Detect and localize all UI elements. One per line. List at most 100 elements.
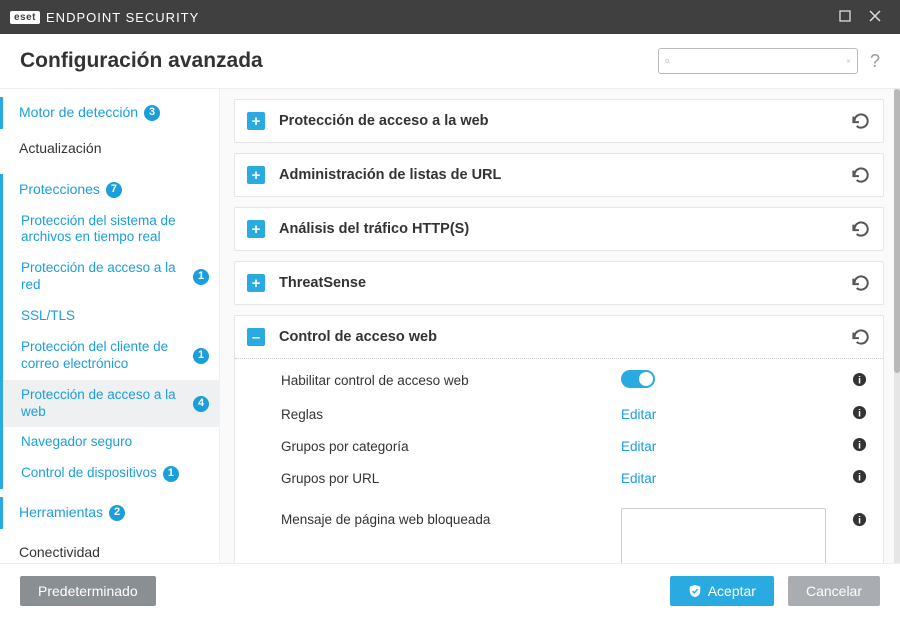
edit-category-groups-link[interactable]: Editar [621, 439, 656, 454]
clear-search-icon[interactable] [846, 53, 851, 69]
header: Configuración avanzada ? [0, 34, 900, 89]
panel-header[interactable]: + ThreatSense [235, 262, 883, 304]
sidebar-item-label: Protección del sistema de archivos en ti… [21, 213, 209, 247]
sidebar-item-label: Motor de detección [19, 104, 138, 122]
scrollbar-thumb[interactable] [894, 89, 900, 373]
svg-text:i: i [858, 440, 861, 451]
button-label: Aceptar [708, 583, 756, 599]
expand-icon: + [247, 166, 265, 184]
sidebar-item-label: SSL/TLS [21, 308, 75, 325]
info-icon[interactable]: i [843, 372, 867, 390]
expand-icon: + [247, 220, 265, 238]
info-icon[interactable]: i [843, 508, 867, 530]
sidebar-item-update[interactable]: Actualización [0, 133, 219, 165]
sidebar-sub-email-client[interactable]: Protección del cliente de correo electró… [0, 332, 219, 380]
badge: 7 [106, 182, 122, 198]
panel-header[interactable]: – Control de acceso web [235, 316, 883, 359]
panel-web-access-control: – Control de acceso web Habilitar contro… [234, 315, 884, 563]
panel-title: Protección de acceso a la web [279, 113, 849, 129]
sidebar-item-connectivity[interactable]: Conectividad [0, 537, 219, 563]
sidebar-sub-network-access[interactable]: Protección de acceso a la red 1 [0, 253, 219, 301]
sidebar-item-tools[interactable]: Herramientas 2 [0, 497, 219, 529]
badge: 1 [193, 348, 209, 364]
panel-url-list-management: + Administración de listas de URL [234, 153, 884, 197]
search-input-wrapper[interactable] [658, 48, 858, 74]
footer: Predeterminado Aceptar Cancelar [0, 563, 900, 617]
setting-label: Habilitar control de acceso web [281, 373, 621, 388]
svg-text:i: i [858, 472, 861, 483]
sidebar-item-label: Protecciones [19, 181, 100, 199]
badge: 1 [193, 269, 209, 285]
sidebar-item-label: Herramientas [19, 504, 103, 522]
edit-url-groups-link[interactable]: Editar [621, 471, 656, 486]
sidebar-item-label: Navegador seguro [21, 434, 132, 451]
row-category-groups: Grupos por categoría Editar i [235, 430, 883, 462]
panel-title: Análisis del tráfico HTTP(S) [279, 221, 849, 237]
panel-header[interactable]: + Administración de listas de URL [235, 154, 883, 196]
row-blocked-message: Mensaje de página web bloqueada i [235, 494, 883, 563]
collapse-icon: – [247, 328, 265, 346]
panel-title: ThreatSense [279, 275, 849, 291]
setting-label: Mensaje de página web bloqueada [281, 508, 621, 527]
svg-text:i: i [858, 375, 861, 386]
sidebar-sub-realtime-fs[interactable]: Protección del sistema de archivos en ti… [0, 206, 219, 254]
panel-threatsense: + ThreatSense [234, 261, 884, 305]
expand-icon: + [247, 112, 265, 130]
help-icon[interactable]: ? [870, 51, 880, 72]
sidebar-item-protections[interactable]: Protecciones 7 [0, 174, 219, 206]
undo-icon[interactable] [849, 272, 871, 294]
panel-title: Administración de listas de URL [279, 167, 849, 183]
sidebar-sub-ssl-tls[interactable]: SSL/TLS [0, 301, 219, 332]
sidebar-item-label: Conectividad [19, 544, 100, 562]
row-rules: Reglas Editar i [235, 398, 883, 430]
toggle-enable-wac[interactable] [621, 370, 655, 388]
main-content: + Protección de acceso a la web + Admini… [220, 89, 900, 563]
info-icon[interactable]: i [843, 437, 867, 455]
badge: 4 [193, 396, 209, 412]
default-button[interactable]: Predeterminado [20, 576, 156, 606]
undo-icon[interactable] [849, 110, 871, 132]
panel-web-access-protection: + Protección de acceso a la web [234, 99, 884, 143]
sidebar-sub-secure-browser[interactable]: Navegador seguro [0, 427, 219, 458]
sidebar-sub-web-access[interactable]: Protección de acceso a la web 4 [0, 380, 219, 428]
sidebar-item-label: Actualización [19, 140, 102, 158]
undo-icon[interactable] [849, 218, 871, 240]
row-enable-wac: Habilitar control de acceso web i [235, 363, 883, 398]
panel-body: Habilitar control de acceso web i Reglas… [235, 359, 883, 563]
setting-label: Grupos por categoría [281, 439, 621, 454]
svg-text:i: i [858, 515, 861, 526]
setting-label: Grupos por URL [281, 471, 621, 486]
accept-button[interactable]: Aceptar [670, 576, 774, 606]
product-name: ENDPOINT SECURITY [46, 10, 199, 25]
blocked-message-textarea[interactable] [621, 508, 826, 563]
panel-header[interactable]: + Análisis del tráfico HTTP(S) [235, 208, 883, 250]
badge: 1 [163, 466, 179, 482]
undo-icon[interactable] [849, 164, 871, 186]
window-maximize-icon[interactable] [830, 9, 860, 25]
titlebar: eset ENDPOINT SECURITY [0, 0, 900, 34]
page-title: Configuración avanzada [20, 49, 263, 73]
row-url-groups: Grupos por URL Editar i [235, 462, 883, 494]
badge: 3 [144, 105, 160, 121]
window-close-icon[interactable] [860, 9, 890, 25]
sidebar-item-label: Protección de acceso a la web [21, 387, 187, 421]
cancel-button[interactable]: Cancelar [788, 576, 880, 606]
panel-title: Control de acceso web [279, 329, 849, 345]
sidebar-item-detection-engine[interactable]: Motor de detección 3 [0, 97, 219, 129]
panel-header[interactable]: + Protección de acceso a la web [235, 100, 883, 142]
info-icon[interactable]: i [843, 469, 867, 487]
setting-label: Reglas [281, 407, 621, 422]
brand-badge: eset [10, 11, 40, 24]
sidebar-item-label: Protección de acceso a la red [21, 260, 187, 294]
sidebar-sub-device-control[interactable]: Control de dispositivos 1 [0, 458, 219, 489]
edit-rules-link[interactable]: Editar [621, 407, 656, 422]
search-input[interactable] [670, 54, 846, 69]
sidebar-item-label: Control de dispositivos [21, 465, 157, 482]
shield-check-icon [688, 584, 702, 598]
sidebar-item-label: Protección del cliente de correo electró… [21, 339, 187, 373]
badge: 2 [109, 505, 125, 521]
info-icon[interactable]: i [843, 405, 867, 423]
expand-icon: + [247, 274, 265, 292]
scrollbar-track[interactable] [894, 89, 900, 563]
undo-icon[interactable] [849, 326, 871, 348]
